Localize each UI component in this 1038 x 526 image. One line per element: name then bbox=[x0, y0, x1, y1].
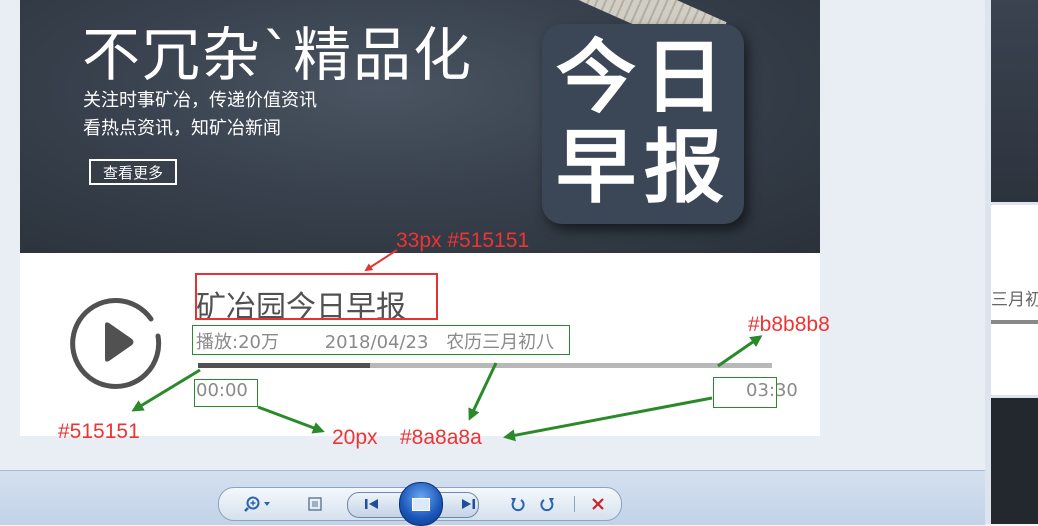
next-icon[interactable] bbox=[453, 493, 483, 515]
annotation-arrows bbox=[131, 249, 763, 442]
adjacent-text: 三月初 bbox=[991, 290, 1038, 310]
time-size-arrow bbox=[257, 405, 325, 434]
toolbar-separator bbox=[574, 496, 575, 512]
title-arrow bbox=[364, 249, 398, 272]
delete-icon[interactable] bbox=[585, 493, 611, 515]
meta-arrow bbox=[468, 362, 498, 421]
adjacent-window-edge: 三月初 bbox=[985, 0, 1038, 524]
viewer-toolbar bbox=[0, 470, 985, 526]
rotate-cw-icon[interactable] bbox=[537, 493, 559, 515]
rotate-ccw-icon[interactable] bbox=[506, 493, 528, 515]
actual-size-icon[interactable] bbox=[301, 493, 329, 515]
previous-icon[interactable] bbox=[357, 493, 387, 515]
adjacent-banner bbox=[991, 0, 1038, 202]
adjacent-dark-area bbox=[991, 398, 1038, 524]
track-arrow bbox=[717, 335, 763, 368]
slideshow-icon[interactable] bbox=[399, 482, 443, 526]
image-viewer-canvas: 不冗杂`精品化 关注时事矿冶，传递价值资讯 看热点资讯，知矿冶新闻 查看更多 今… bbox=[0, 0, 985, 470]
magnifier-zoom-icon[interactable] bbox=[241, 493, 277, 515]
adjacent-progress bbox=[991, 320, 1038, 324]
total-time-arrow bbox=[503, 396, 713, 442]
fill-arrow bbox=[131, 368, 201, 412]
toolbar-controls bbox=[218, 482, 622, 526]
